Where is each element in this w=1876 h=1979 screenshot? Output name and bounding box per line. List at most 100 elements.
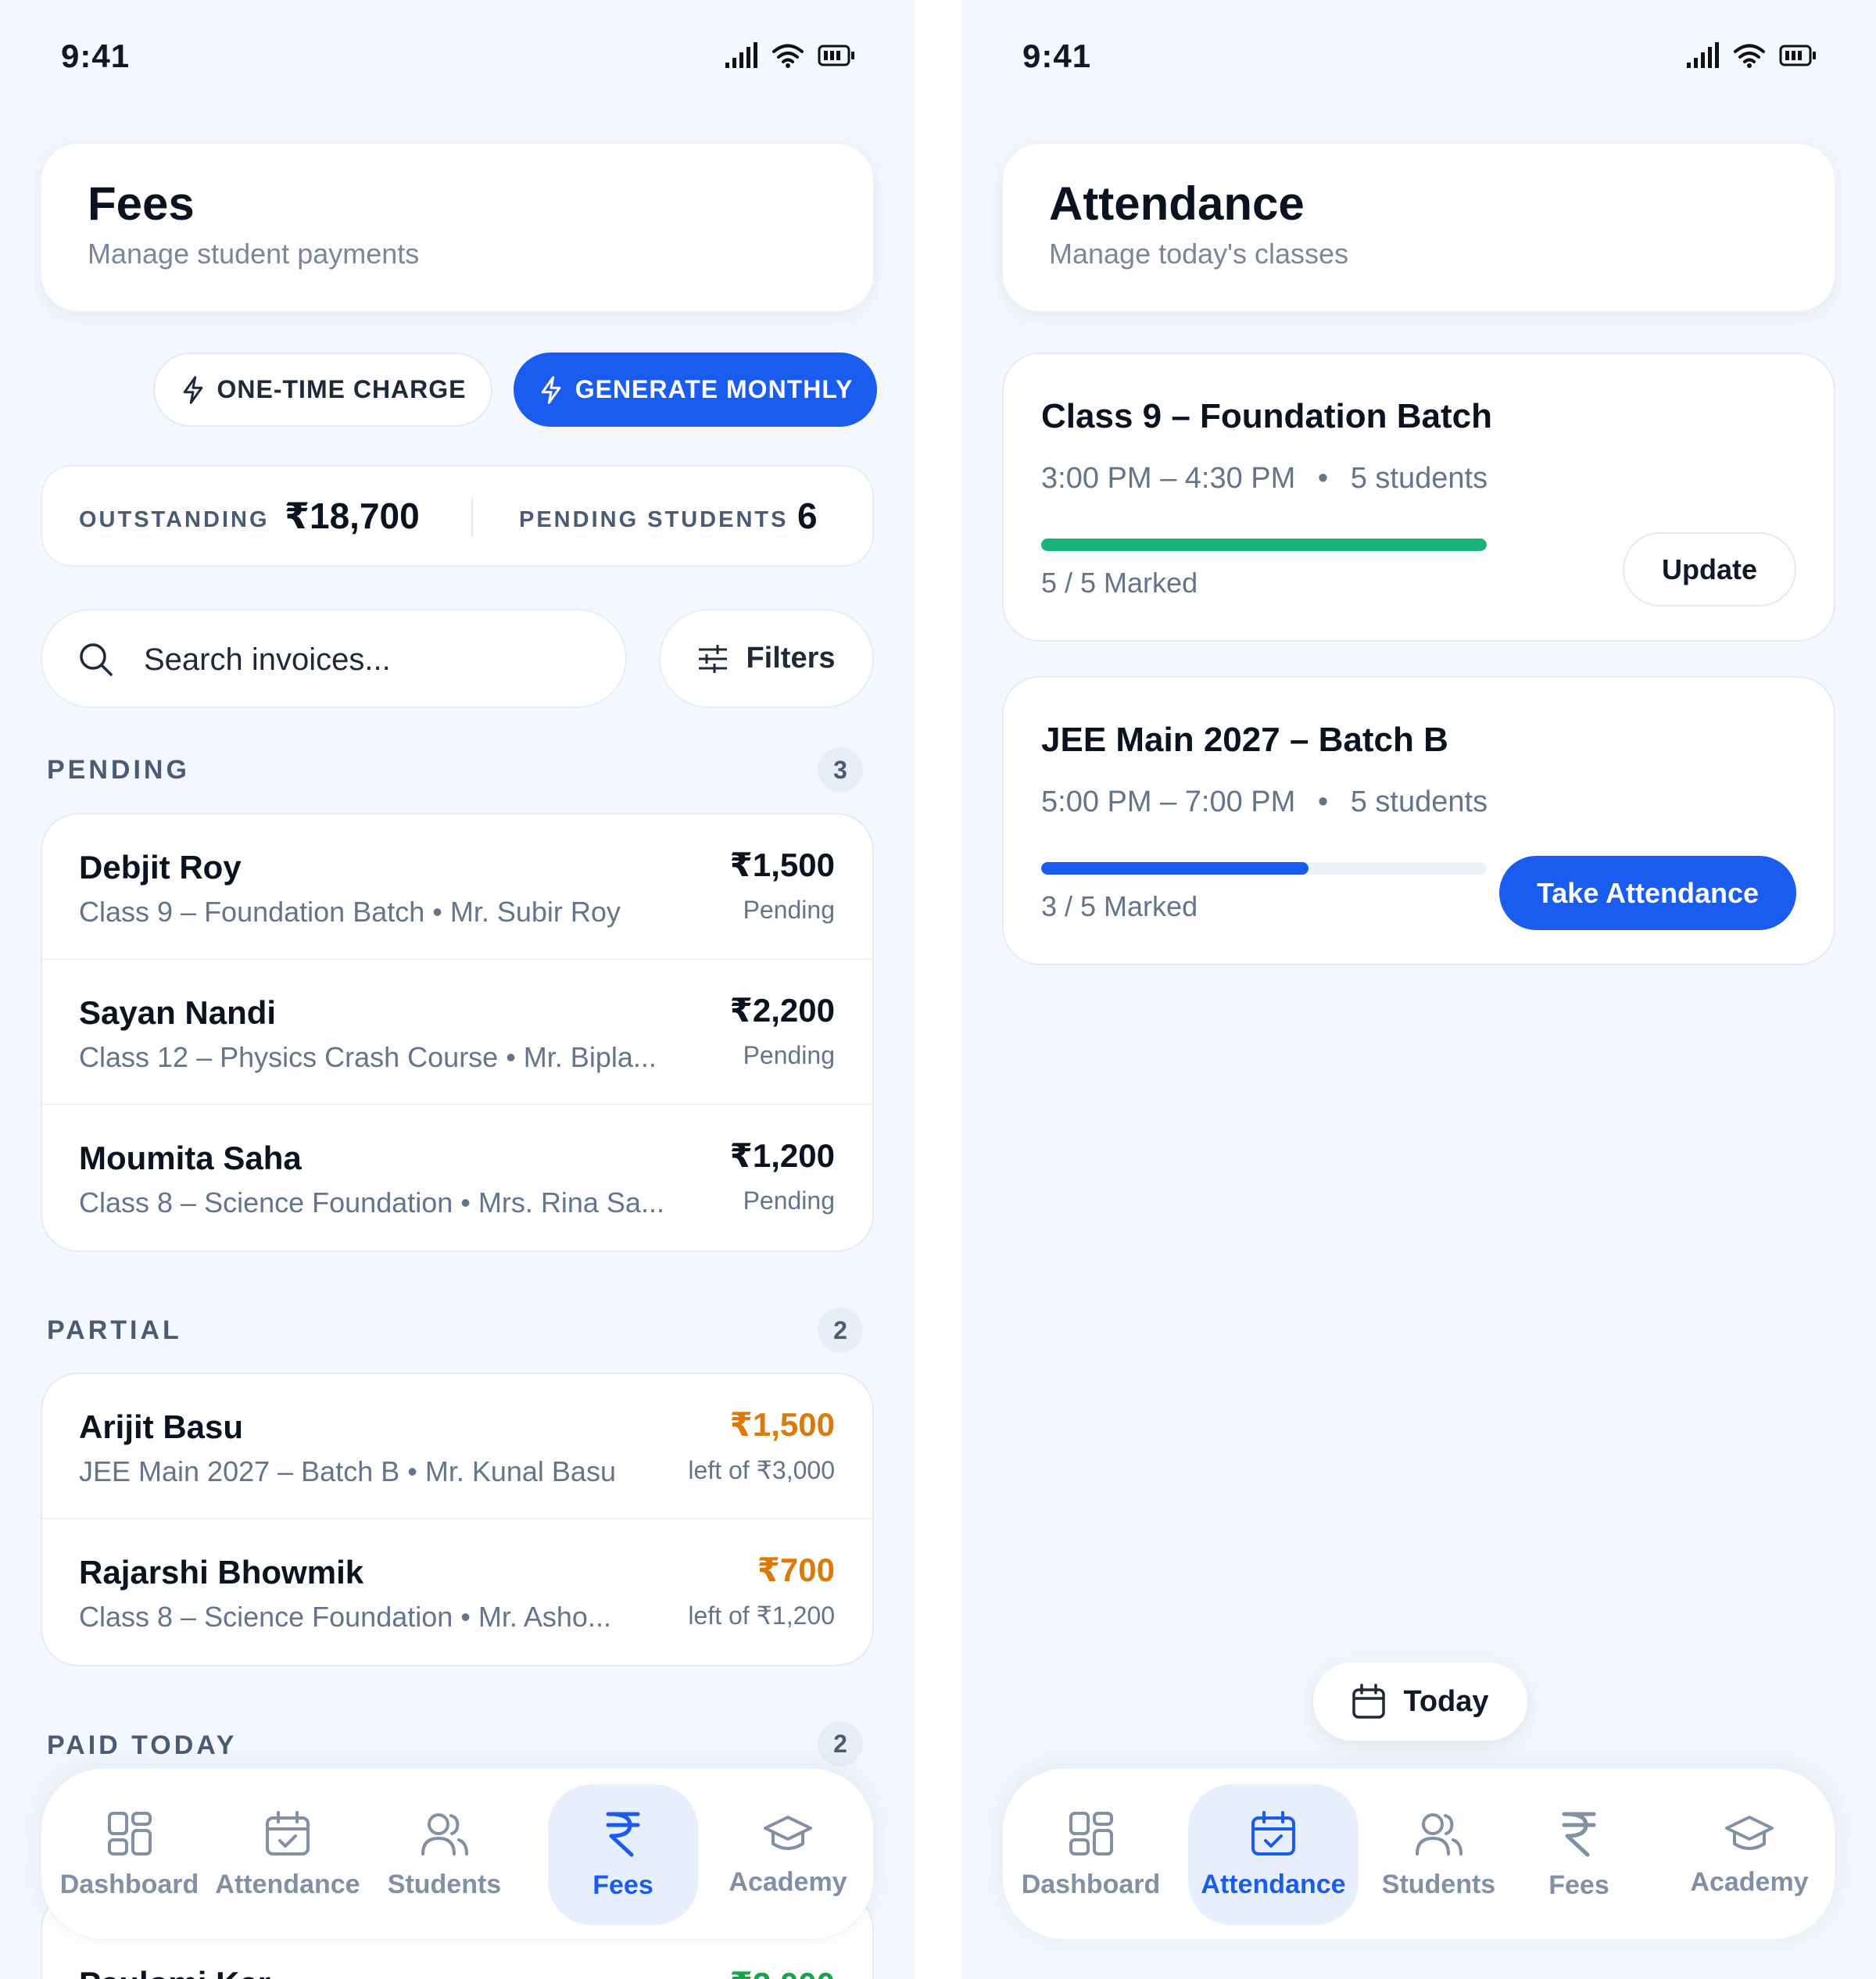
invoice-status: Pending	[743, 1186, 835, 1215]
rupee-icon	[1562, 1812, 1596, 1856]
attendance-progress	[1041, 539, 1487, 551]
page-subtitle: Manage student payments	[88, 238, 420, 270]
partial-list: Arijit Basu JEE Main 2027 – Batch B • Mr…	[41, 1372, 874, 1666]
dashboard-icon	[107, 1811, 152, 1856]
invoice-row[interactable]: Arijit Basu JEE Main 2027 – Batch B • Mr…	[42, 1374, 872, 1519]
one-time-charge-label: ONE-TIME CHARGE	[217, 375, 467, 403]
one-time-charge-button[interactable]: ONE-TIME CHARGE	[153, 352, 492, 427]
search-icon	[80, 643, 113, 676]
invoice-amount: ₹1,500	[729, 1406, 835, 1443]
outstanding-label: OUTSTANDING	[79, 507, 270, 532]
filters-button[interactable]: Filters	[659, 609, 874, 708]
nav-label: Fees	[1548, 1870, 1609, 1900]
page-title: Attendance	[1049, 177, 1305, 230]
generate-monthly-button[interactable]: GENERATE MONTHLY	[514, 352, 877, 427]
class-schedule: 3:00 PM – 4:30 PM • 5 students	[1041, 462, 1488, 496]
today-button[interactable]: Today	[1313, 1662, 1527, 1741]
section-title-pending: PENDING	[47, 755, 190, 785]
student-name: Arijit Basu	[79, 1408, 244, 1445]
nav-students[interactable]: Students	[376, 1784, 513, 1925]
student-name: Rajarshi Bhowmik	[79, 1554, 364, 1591]
nav-fees[interactable]: Fees	[548, 1784, 698, 1925]
today-label: Today	[1403, 1684, 1489, 1718]
nav-attendance[interactable]: Attendance	[1188, 1784, 1359, 1925]
fees-summary: OUTSTANDING ₹18,700 PENDING STUDENTS 6	[41, 465, 874, 567]
student-name: Debjit Roy	[79, 849, 242, 886]
section-count-pending: 3	[818, 747, 863, 793]
student-meta: Class 12 – Physics Crash Course • Mr. Bi…	[79, 1041, 657, 1073]
update-button[interactable]: Update	[1623, 532, 1796, 607]
sliders-icon	[699, 644, 728, 673]
search-input[interactable]	[144, 634, 597, 685]
pending-students-value: 6	[797, 496, 818, 536]
student-meta: Class 9 – Foundation Batch • Mr. Subir R…	[79, 896, 621, 928]
invoice-row[interactable]: Sayan Nandi Class 12 – Physics Crash Cou…	[42, 960, 872, 1105]
wifi-icon	[1734, 44, 1765, 68]
bolt-icon	[541, 375, 561, 404]
status-time: 9:41	[61, 38, 131, 74]
nav-label: Students	[1381, 1869, 1496, 1899]
graduation-cap-icon	[1725, 1815, 1774, 1850]
battery-icon	[818, 45, 854, 66]
status-icons	[724, 42, 855, 69]
calendar-icon	[1352, 1684, 1386, 1719]
rupee-icon	[606, 1812, 640, 1856]
graduation-cap-icon	[764, 1815, 812, 1850]
student-name: Sayan Nandi	[79, 994, 277, 1031]
separator-dot: •	[1317, 786, 1329, 818]
page-title: Fees	[88, 177, 195, 230]
nav-label: Academy	[1690, 1866, 1809, 1897]
take-attendance-button[interactable]: Take Attendance	[1499, 856, 1796, 930]
separator-dot: •	[1317, 462, 1329, 495]
calendar-check-icon	[1251, 1810, 1295, 1856]
nav-academy[interactable]: Academy	[1675, 1784, 1824, 1925]
invoice-amount: ₹2,000	[730, 1965, 835, 1979]
signal-icon	[1687, 42, 1719, 68]
class-card[interactable]: Class 9 – Foundation Batch 3:00 PM – 4:3…	[1002, 352, 1835, 642]
section-title-paid-today: PAID TODAY	[47, 1730, 238, 1760]
attendance-progress-fill	[1041, 539, 1487, 551]
nav-dashboard[interactable]: Dashboard	[1019, 1784, 1163, 1925]
class-schedule: 5:00 PM – 7:00 PM • 5 students	[1041, 786, 1488, 819]
nav-label: Academy	[729, 1866, 847, 1897]
nav-academy[interactable]: Academy	[714, 1784, 862, 1925]
class-time: 3:00 PM – 4:30 PM	[1041, 462, 1296, 495]
attendance-progress-fill	[1041, 862, 1309, 875]
invoice-amount: ₹700	[757, 1551, 835, 1588]
dashboard-icon	[1069, 1811, 1113, 1856]
users-icon	[421, 1813, 468, 1856]
battery-icon	[1779, 45, 1816, 66]
class-title: JEE Main 2027 – Batch B	[1041, 721, 1448, 759]
invoice-row[interactable]: Debjit Roy Class 9 – Foundation Batch • …	[42, 814, 872, 960]
invoice-amount: ₹2,200	[729, 992, 835, 1029]
marked-count: 3 / 5 Marked	[1041, 890, 1198, 922]
nav-label: Students	[387, 1869, 502, 1899]
generate-monthly-label: GENERATE MONTHLY	[575, 375, 854, 403]
student-meta: Class 8 – Science Foundation • Mrs. Rina…	[79, 1186, 664, 1219]
class-title: Class 9 – Foundation Batch	[1041, 397, 1492, 435]
nav-attendance[interactable]: Attendance	[209, 1784, 366, 1925]
nav-label: Attendance	[215, 1869, 360, 1899]
class-students: 5 students	[1350, 462, 1488, 495]
fees-header-card: Fees Manage student payments	[41, 143, 874, 312]
student-name: Moumita Saha	[79, 1140, 302, 1176]
class-students: 5 students	[1350, 786, 1488, 818]
attendance-header-card: Attendance Manage today's classes	[1002, 143, 1835, 312]
page-subtitle: Manage today's classes	[1049, 238, 1349, 270]
search-box	[41, 609, 627, 708]
signal-icon	[725, 42, 757, 68]
class-card[interactable]: JEE Main 2027 – Batch B 5:00 PM – 7:00 P…	[1002, 676, 1835, 965]
invoice-row[interactable]: Moumita Saha Class 8 – Science Foundatio…	[42, 1105, 872, 1251]
student-name: Paulomi Kar	[79, 1965, 270, 1979]
calendar-check-icon	[266, 1810, 310, 1856]
attendance-progress	[1041, 862, 1487, 875]
nav-students[interactable]: Students	[1370, 1784, 1507, 1925]
student-meta: JEE Main 2027 – Batch B • Mr. Kunal Basu	[79, 1455, 616, 1487]
nav-dashboard[interactable]: Dashboard	[57, 1784, 202, 1925]
invoice-row[interactable]: Rajarshi Bhowmik Class 8 – Science Found…	[42, 1519, 872, 1665]
nav-fees[interactable]: Fees	[1528, 1784, 1630, 1925]
student-meta: Class 8 – Science Foundation • Mr. Asho.…	[79, 1601, 611, 1633]
nav-label: Dashboard	[59, 1869, 199, 1899]
status-icons	[1685, 42, 1817, 69]
nav-label: Dashboard	[1021, 1869, 1161, 1899]
